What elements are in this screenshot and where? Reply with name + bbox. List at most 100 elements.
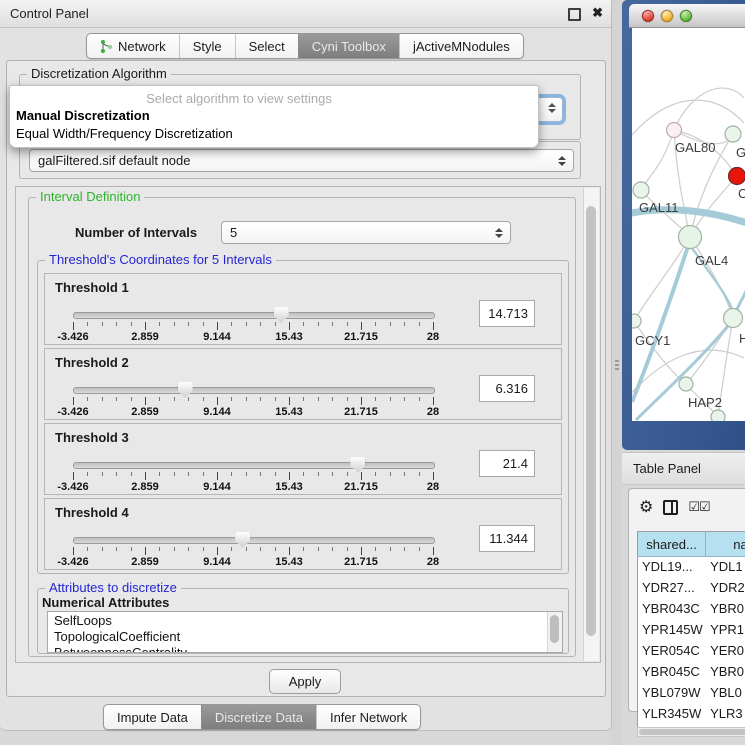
numerical-attributes-list[interactable]: SelfLoops TopologicalCoefficient Between… xyxy=(47,611,563,653)
table-data-combo-value: galFiltered.sif default node xyxy=(38,153,190,168)
table-horizontal-scrollbar[interactable] xyxy=(637,727,745,737)
threshold-3-slider[interactable] xyxy=(73,462,435,469)
network-window: GAL80 GA C GAL11 GAL4 GCY1 H HAP2 xyxy=(622,0,745,450)
table-row[interactable]: YDL19...YDL1 xyxy=(638,557,745,578)
combo-arrows-icon xyxy=(548,103,556,113)
number-of-intervals-label: Number of Intervals xyxy=(75,225,197,240)
control-panel-titlebar: Control Panel ✖ xyxy=(0,0,611,28)
slider-ticks xyxy=(73,547,433,556)
node-table: shared... na YDL19...YDL1 YDR27...YDR2 Y… xyxy=(637,531,745,737)
tab-select[interactable]: Select xyxy=(235,34,298,58)
tab-infer-network[interactable]: Infer Network xyxy=(316,705,420,729)
cyni-main-panel: Discretization Algorithm Select algorith… xyxy=(6,60,606,697)
tab-discretize-data[interactable]: Discretize Data xyxy=(201,705,316,729)
divider-grip-icon[interactable] xyxy=(615,360,619,370)
table-row[interactable]: YPR145WYPR1 xyxy=(638,620,745,641)
node-hap2[interactable] xyxy=(679,377,693,391)
table-row[interactable]: YBL079WYBL0 xyxy=(638,683,745,704)
settings-vertical-scrollbar[interactable] xyxy=(583,188,599,661)
close-traffic-light-icon[interactable] xyxy=(642,10,654,22)
number-of-intervals-combo[interactable]: 5 xyxy=(221,221,511,244)
threshold-2-slider[interactable] xyxy=(73,387,435,394)
table-row[interactable]: YDR27...YDR2 xyxy=(638,578,745,599)
slider-scale-labels: -3.426 2.859 9.144 15.43 21.715 28 xyxy=(73,556,433,568)
slider-thumb[interactable] xyxy=(350,457,365,473)
zoom-traffic-light-icon[interactable] xyxy=(680,10,692,22)
tab-cyni-toolbox[interactable]: Cyni Toolbox xyxy=(298,34,399,58)
node-gal11[interactable] xyxy=(633,182,649,198)
network-window-titlebar[interactable] xyxy=(629,4,745,28)
threshold-1-panel: Threshold 1 -3.426 2.859 9.144 15.43 21.… xyxy=(44,273,562,345)
list-item[interactable]: BetweennessCentrality xyxy=(48,644,562,653)
control-panel: Control Panel ✖ Network Style Select Cyn… xyxy=(0,0,612,731)
threshold-4-value-field[interactable]: 11.344 xyxy=(479,525,535,552)
node-label-hap2: HAP2 xyxy=(688,395,722,410)
list-item[interactable]: TopologicalCoefficient xyxy=(48,628,562,644)
list-item[interactable]: SelfLoops xyxy=(48,612,562,628)
tab-jactivemnodules[interactable]: jActiveMNodules xyxy=(399,34,523,58)
table-data-combo[interactable]: galFiltered.sif default node xyxy=(29,149,574,172)
discretization-algorithm-group-title: Discretization Algorithm xyxy=(27,66,171,81)
slider-scale-labels: -3.426 2.859 9.144 15.43 21.715 28 xyxy=(73,406,433,418)
interval-definition-group: Interval Definition Number of Intervals … xyxy=(28,197,576,657)
table-header-row: shared... na xyxy=(638,532,745,557)
scrollbar-thumb[interactable] xyxy=(639,729,745,735)
table-panel-body: ⚙ ☑☑ shared... na YDL19...YDL1 YDR27...Y… xyxy=(628,488,745,712)
algorithm-dropdown-popup: Select algorithm to view settings Manual… xyxy=(9,85,539,148)
threshold-4-slider[interactable] xyxy=(73,537,435,544)
table-row[interactable]: YBR043CYBR0 xyxy=(638,599,745,620)
network-icon xyxy=(100,39,113,54)
slider-thumb[interactable] xyxy=(274,307,289,323)
list-scrollbar[interactable] xyxy=(547,612,562,652)
threshold-3-value-field[interactable]: 21.4 xyxy=(479,450,535,477)
node-label-gcy1: GCY1 xyxy=(635,333,670,348)
dropdown-prompt-item[interactable]: Select algorithm to view settings xyxy=(10,91,468,106)
table-row[interactable]: YER054CYER0 xyxy=(638,641,745,662)
settings-scroll-area: Interval Definition Number of Intervals … xyxy=(15,186,601,663)
threshold-1-value-field[interactable]: 14.713 xyxy=(479,300,535,327)
threshold-4-label: Threshold 4 xyxy=(55,505,129,520)
interval-definition-title: Interval Definition xyxy=(36,189,144,204)
threshold-2-value-field[interactable]: 6.316 xyxy=(479,375,535,402)
node-gcy1[interactable] xyxy=(632,314,641,328)
tab-style[interactable]: Style xyxy=(179,34,235,58)
network-canvas[interactable]: GAL80 GA C GAL11 GAL4 GCY1 H HAP2 xyxy=(632,28,745,421)
threshold-1-label: Threshold 1 xyxy=(55,280,129,295)
slider-thumb[interactable] xyxy=(178,382,193,398)
tab-network[interactable]: Network xyxy=(87,34,179,58)
node-label-partial: GA xyxy=(736,145,745,160)
slider-ticks xyxy=(73,397,433,406)
dropdown-item-equal-width[interactable]: Equal Width/Frequency Discretization xyxy=(16,126,233,141)
slider-thumb[interactable] xyxy=(235,532,250,548)
table-row[interactable]: YBR045CYBR0 xyxy=(638,662,745,683)
close-icon[interactable]: ✖ xyxy=(592,5,603,21)
scrollbar-thumb[interactable] xyxy=(586,206,596,636)
column-header-name[interactable]: na xyxy=(706,532,745,557)
node-gal80[interactable] xyxy=(667,123,682,138)
panel-divider[interactable] xyxy=(612,0,622,745)
apply-button[interactable]: Apply xyxy=(269,669,341,694)
table-panel-title: Table Panel xyxy=(633,461,701,476)
tab-impute-data[interactable]: Impute Data xyxy=(104,705,201,729)
node-top-right[interactable] xyxy=(725,126,741,142)
minimize-traffic-light-icon[interactable] xyxy=(661,10,673,22)
dropdown-item-manual-discretization[interactable]: Manual Discretization xyxy=(16,108,150,123)
table-panel-header: Table Panel xyxy=(622,452,745,485)
columns-icon[interactable] xyxy=(663,500,678,515)
table-row[interactable]: YLR345WYLR3 xyxy=(638,704,745,725)
column-header-shared-name[interactable]: shared... xyxy=(638,532,706,557)
threshold-1-slider[interactable] xyxy=(73,312,435,319)
node-red-selected[interactable] xyxy=(729,168,745,185)
node-label-partial: H xyxy=(739,331,745,346)
slider-scale-labels: -3.426 2.859 9.144 15.43 21.715 28 xyxy=(73,331,433,343)
node-bottom[interactable] xyxy=(711,410,725,421)
threshold-4-panel: Threshold 4 -3.426 2.859 9.144 15.43 21.… xyxy=(44,498,562,570)
float-window-icon[interactable] xyxy=(568,8,581,21)
node-gal4[interactable] xyxy=(679,226,702,249)
node-h[interactable] xyxy=(724,309,743,328)
slider-ticks xyxy=(73,472,433,481)
threshold-3-label: Threshold 3 xyxy=(55,430,129,445)
table-toolbar: ⚙ ☑☑ xyxy=(639,497,710,517)
checkbox-icons[interactable]: ☑☑ xyxy=(688,499,709,515)
gear-icon[interactable]: ⚙ xyxy=(639,497,653,517)
